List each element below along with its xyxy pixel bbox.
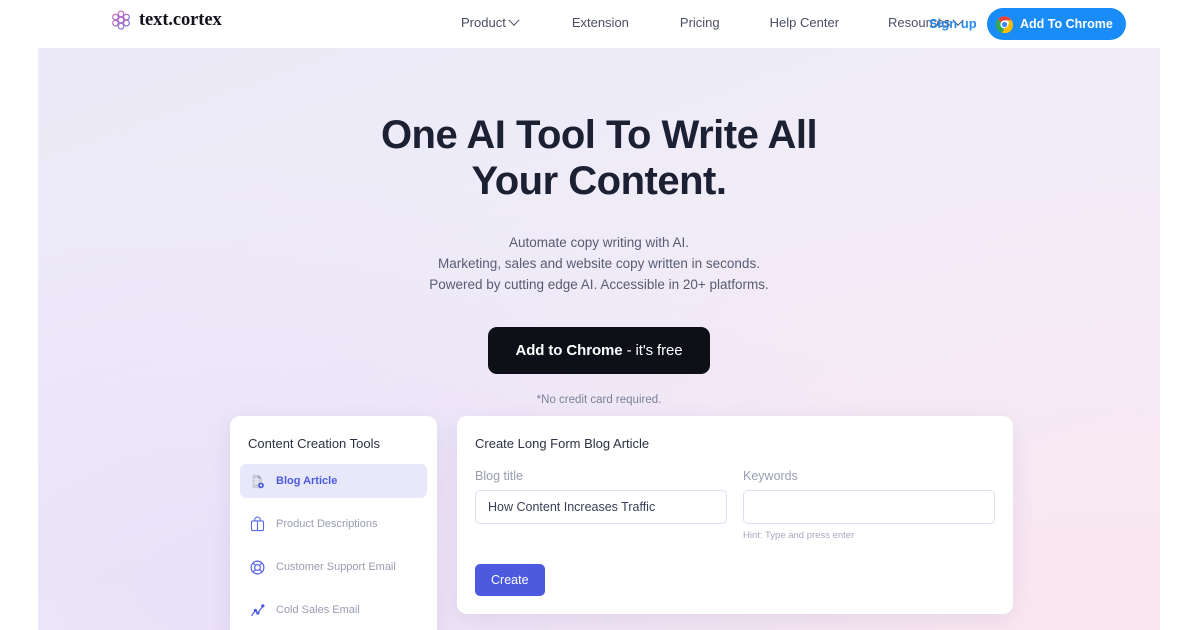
- sign-up-link[interactable]: Sign up: [929, 16, 977, 31]
- sidebar-item-customer-support-email-label: Customer Support Email: [276, 561, 396, 573]
- shopping-bag-icon: [249, 516, 266, 533]
- logo-text: text.cortex: [139, 9, 222, 30]
- sidebar-item-product-descriptions-label: Product Descriptions: [276, 518, 378, 530]
- keywords-label: Keywords: [743, 469, 798, 483]
- main-nav: Product Extension Pricing Help Center Re…: [461, 14, 964, 30]
- textcortex-flower-logo-icon: [110, 9, 132, 31]
- subtitle-line-3: Powered by cutting edge AI. Accessible i…: [429, 277, 769, 292]
- sidebar-item-cold-sales-email-label: Cold Sales Email: [276, 604, 360, 616]
- page-root: text.cortex Product Extension Pricing He…: [0, 0, 1200, 630]
- document-gear-icon: [249, 473, 266, 490]
- sidebar-item-blog-article[interactable]: Blog Article: [240, 464, 427, 498]
- life-ring-icon: [249, 559, 266, 576]
- create-button[interactable]: Create: [475, 564, 545, 596]
- hero-copy: One AI Tool To Write All Your Content. A…: [38, 48, 1160, 406]
- create-article-panel: Create Long Form Blog Article Blog title…: [457, 416, 1013, 614]
- nav-item-extension-label: Extension: [571, 15, 629, 30]
- nav-item-pricing-label: Pricing: [679, 15, 720, 30]
- logo[interactable]: text.cortex: [110, 9, 222, 31]
- chrome-icon: [996, 15, 1013, 33]
- nav-item-help-center-label: Help Center: [769, 15, 840, 30]
- line-chart-icon: [249, 602, 266, 619]
- keywords-hint: Hint: Type and press enter: [743, 530, 855, 541]
- cta-container: Add to Chrome - it's free: [38, 327, 1160, 374]
- sidebar-item-cold-sales-email[interactable]: Cold Sales Email: [240, 593, 427, 627]
- nav-item-help-center[interactable]: Help Center: [770, 15, 839, 30]
- keywords-input[interactable]: [743, 490, 995, 524]
- add-to-chrome-header-label: Add To Chrome: [1020, 17, 1113, 31]
- content-tools-title: Content Creation Tools: [248, 436, 381, 451]
- cta-light-label: - it's free: [622, 342, 683, 359]
- keywords-field-group: Keywords Hint: Type and press enter: [743, 469, 995, 541]
- subtitle-line-2: Marketing, sales and website copy writte…: [438, 256, 760, 271]
- subtitle-line-1: Automate copy writing with AI.: [508, 235, 690, 250]
- add-to-chrome-header-button[interactable]: Add To Chrome: [987, 8, 1126, 40]
- form-fields: Blog title Keywords Hint: Type and press…: [475, 469, 995, 541]
- headline-line-1: One AI Tool To Write All: [380, 113, 818, 157]
- blog-title-label: Blog title: [475, 469, 523, 483]
- add-to-chrome-cta-button[interactable]: Add to Chrome - it's free: [488, 327, 710, 374]
- sidebar-item-product-descriptions[interactable]: Product Descriptions: [240, 507, 427, 541]
- page-title: One AI Tool To Write All Your Content.: [38, 112, 1160, 204]
- chevron-down-icon: [508, 14, 520, 26]
- create-article-title: Create Long Form Blog Article: [475, 436, 650, 451]
- blog-title-input[interactable]: [475, 490, 727, 524]
- sidebar-item-blog-article-label: Blog Article: [276, 475, 338, 487]
- nav-item-product-label: Product: [461, 15, 506, 30]
- sidebar-item-customer-support-email[interactable]: Customer Support Email: [240, 550, 427, 584]
- blog-title-field-group: Blog title: [475, 469, 727, 541]
- nav-item-product[interactable]: Product: [461, 14, 520, 30]
- no-credit-card-note: *No credit card required.: [536, 394, 662, 406]
- content-tools-list: Blog Article Product Descriptions Custom…: [230, 464, 437, 627]
- content-tools-panel: Content Creation Tools Blog Article Prod…: [230, 416, 437, 630]
- nav-item-pricing[interactable]: Pricing: [680, 15, 720, 30]
- hero-subtitle: Automate copy writing with AI. Marketing…: [38, 232, 1160, 295]
- headline-line-2: Your Content.: [471, 159, 727, 203]
- site-header: text.cortex Product Extension Pricing He…: [0, 0, 1200, 48]
- hero-section: One AI Tool To Write All Your Content. A…: [38, 48, 1160, 630]
- nav-item-extension[interactable]: Extension: [572, 15, 629, 30]
- cta-bold-label: Add to Chrome: [515, 342, 623, 359]
